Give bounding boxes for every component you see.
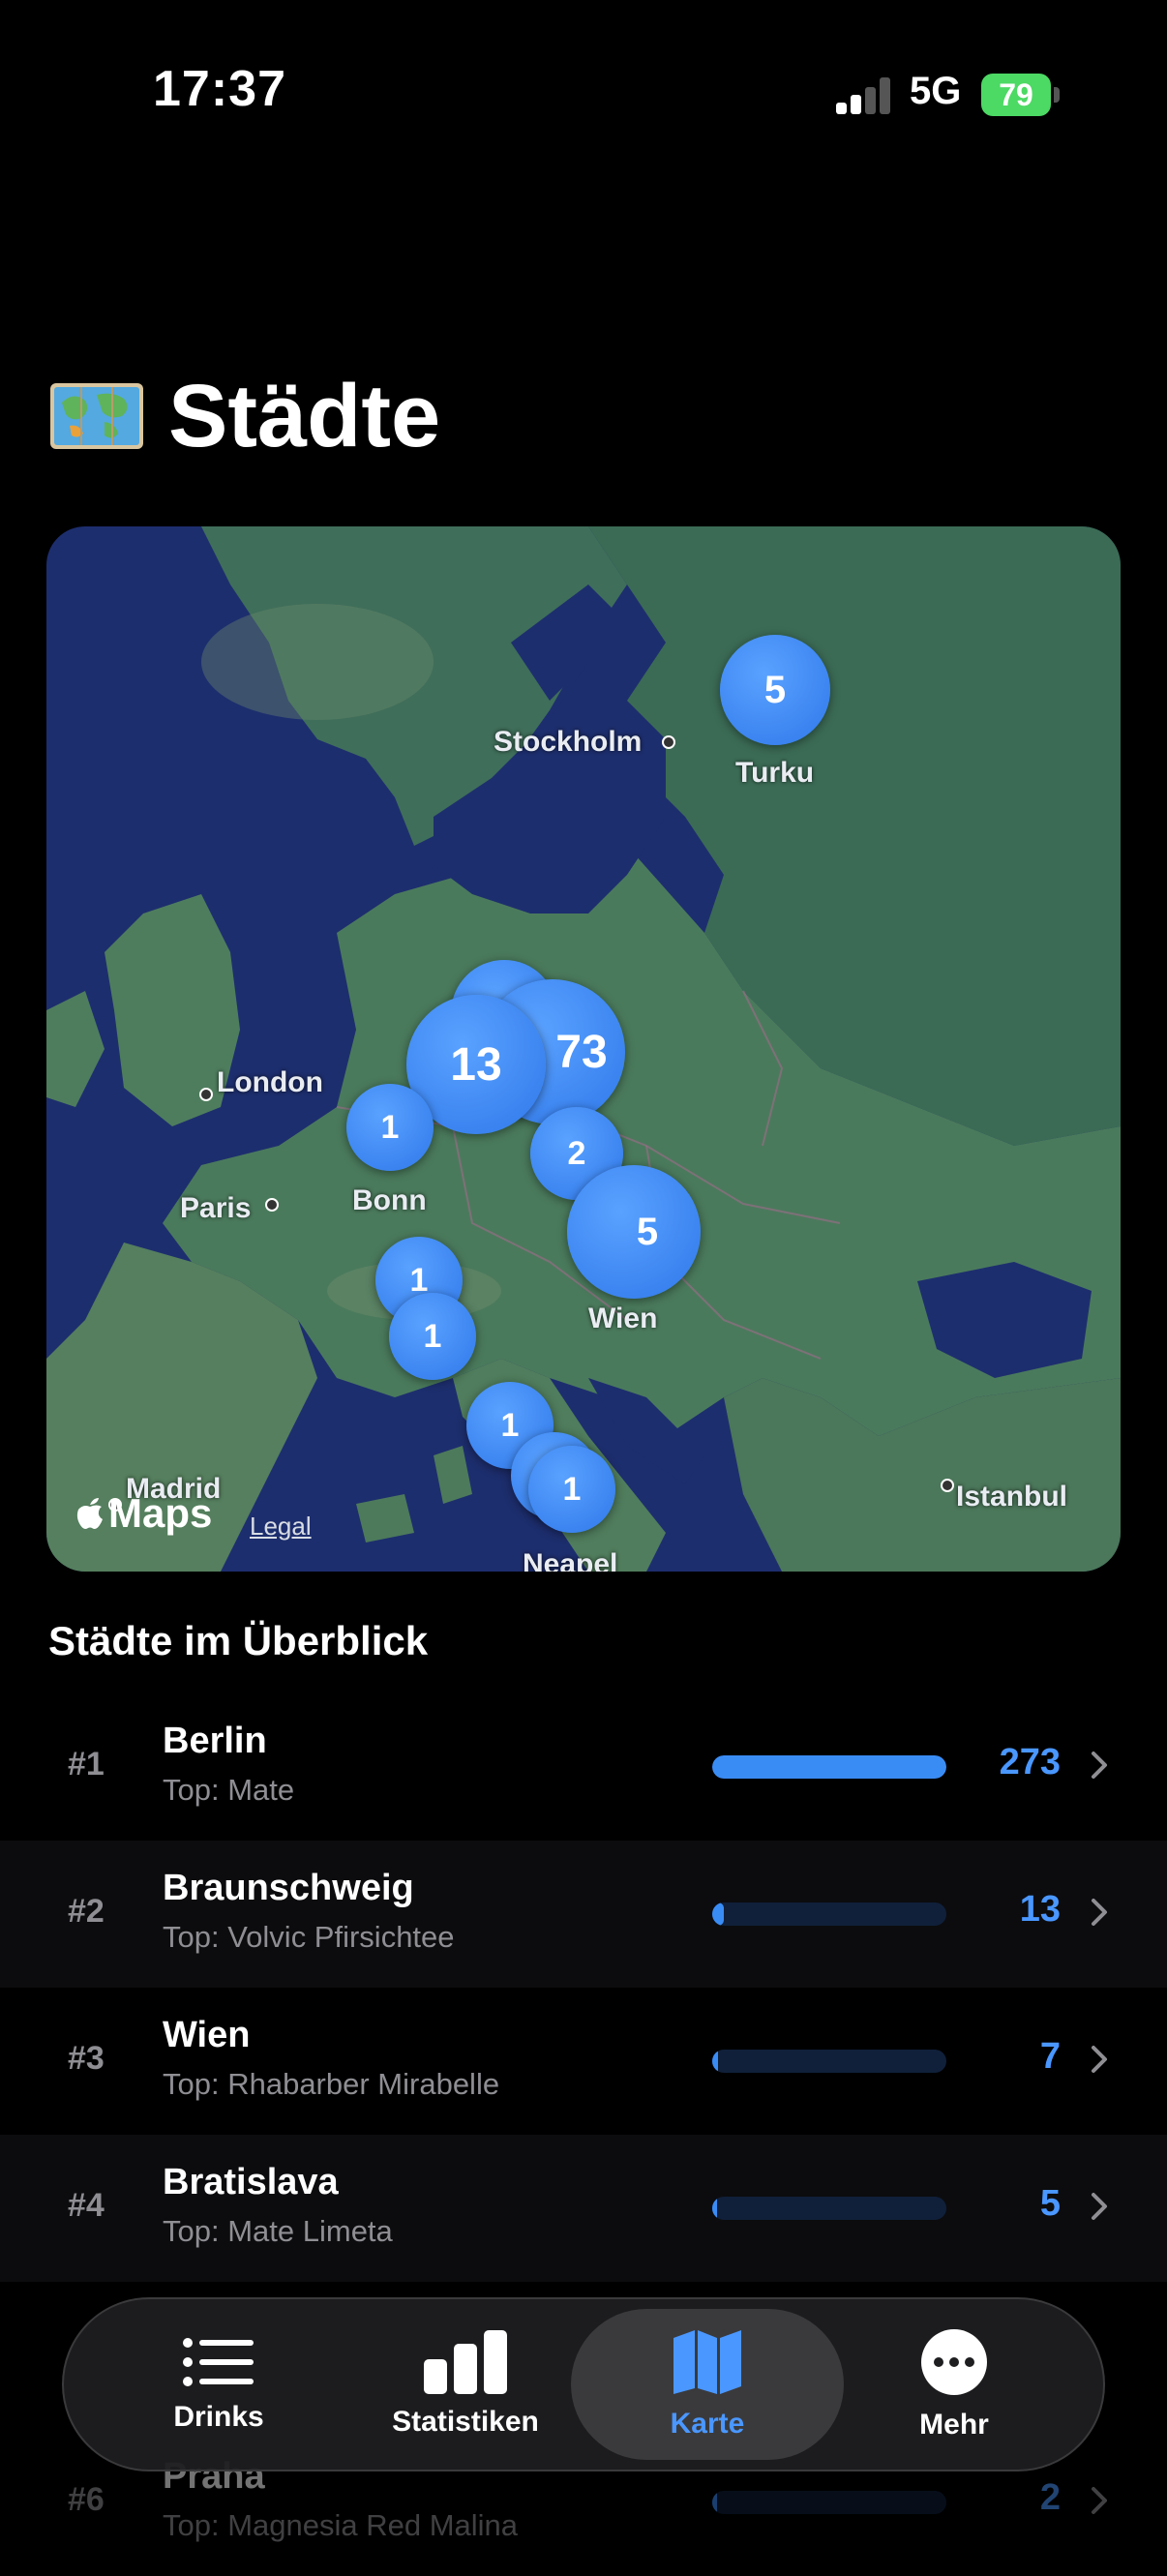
more-icon [921,2329,987,2395]
battery-icon: 79 [981,74,1062,116]
city-top-drink: Top: Mate Limeta [163,2214,393,2248]
istanbul-dot [941,1479,954,1492]
city-count: 2 [1039,2477,1061,2518]
label-bonn: Bonn [352,1184,427,1216]
city-rank: #4 [68,2187,105,2224]
cluster-bonn[interactable]: 1 [346,1084,434,1171]
network-type: 5G [910,70,962,112]
tab-label: Statistiken [392,2406,539,2438]
tab-label: Mehr [919,2409,989,2441]
label-paris: Paris [180,1192,252,1224]
city-count-bar [712,1902,946,1926]
cluster-turku[interactable]: 5 [720,635,830,745]
city-count-bar-fill [712,2197,717,2220]
cluster-vienna[interactable]: 5 [567,1165,701,1299]
list-icon [183,2338,254,2386]
status-time: 17:37 [153,61,286,117]
city-top-drink: Top: Volvic Pfirsichtee [163,1920,455,1954]
city-count-bar [712,2197,946,2220]
city-count-bar-fill [712,1902,724,1926]
apple-maps-logo: Maps [75,1490,212,1537]
bar-chart-icon [424,2330,507,2394]
battery-level: 79 [981,74,1051,116]
city-name: Berlin [163,1721,267,1761]
label-london: London [217,1066,323,1098]
city-count-bar-fill [712,2050,719,2073]
city-count-bar [712,2491,946,2514]
city-top-drink: Top: Magnesia Red Malina [163,2508,519,2542]
city-row[interactable]: #2 Braunschweig Top: Volvic Pfirsichtee … [0,1841,1167,1988]
page-title-text: Städte [168,366,441,465]
maps-logo-text: Maps [108,1490,213,1536]
label-neapel: Neapel [523,1548,618,1572]
city-top-drink: Top: Rhabarber Mirabelle [163,2067,500,2101]
city-count-bar [712,1755,946,1779]
city-top-drink: Top: Mate [163,1773,295,1807]
city-count-bar [712,2050,946,2073]
signal-icon [836,77,890,114]
city-count: 273 [999,1742,1061,1782]
tab-mehr[interactable]: Mehr [857,2299,1051,2470]
map-icon [673,2330,741,2394]
label-stockholm: Stockholm [494,726,643,758]
chevron-right-icon [1092,2487,1107,2514]
label-istanbul: Istanbul [956,1481,1068,1513]
world-map-emoji-icon [50,383,143,449]
city-count-bar-fill [712,1755,946,1779]
tab-label: Drinks [173,2401,264,2433]
city-row[interactable]: #4 Bratislava Top: Mate Limeta 5 [0,2135,1167,2282]
city-name: Braunschweig [163,1868,414,1908]
city-count: 13 [1019,1889,1061,1930]
london-dot [199,1088,213,1101]
city-name: Bratislava [163,2162,339,2202]
city-row[interactable]: #1 Berlin Top: Mate 273 [0,1693,1167,1841]
page-title: Städte [48,366,441,465]
chevron-right-icon [1092,1752,1107,1779]
tab-statistiken[interactable]: Statistiken [354,2299,577,2470]
chevron-right-icon [1092,2046,1107,2073]
city-count: 5 [1039,2183,1061,2224]
section-title: Städte im Überblick [48,1618,429,1663]
label-turku: Turku [735,757,815,789]
chevron-right-icon [1092,2193,1107,2220]
tab-bar: Drinks Statistiken Karte Mehr [62,2297,1105,2471]
paris-dot [265,1198,279,1212]
apple-logo-icon [76,1498,103,1529]
city-count-bar-fill [712,2491,717,2514]
city-count: 7 [1039,2036,1061,2077]
city-rank: #6 [68,2481,105,2518]
tab-karte[interactable]: Karte [606,2299,809,2470]
city-rank: #1 [68,1746,105,1782]
tab-label: Karte [670,2408,745,2440]
cluster-north-italy[interactable]: 1 [389,1293,476,1380]
city-rank: #2 [68,1893,105,1930]
city-row[interactable]: #3 Wien Top: Rhabarber Mirabelle 7 [0,1988,1167,2135]
label-wien: Wien [588,1303,658,1334]
tab-drinks[interactable]: Drinks [122,2299,315,2470]
legal-link[interactable]: Legal [250,1512,312,1542]
city-name: Wien [163,2015,251,2055]
cluster-south-italy[interactable]: 1 [528,1446,615,1533]
map-view[interactable]: Stockholm Turku London Paris Bonn Wien M… [46,526,1121,1572]
stockholm-dot [662,735,675,749]
city-rank: #3 [68,2040,105,2077]
chevron-right-icon [1092,1899,1107,1926]
